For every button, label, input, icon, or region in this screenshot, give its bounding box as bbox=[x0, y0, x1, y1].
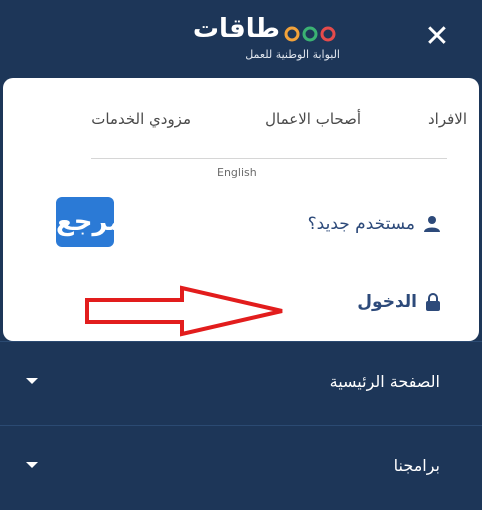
taqat-logo: طاقات البوابة الوطنية للعمل bbox=[150, 14, 340, 64]
tab-individuals[interactable]: الافراد bbox=[428, 110, 467, 128]
login-label: الدخول bbox=[357, 292, 417, 312]
menu-label-home: الصفحة الرئيسية bbox=[329, 372, 440, 391]
chevron-down-icon bbox=[26, 378, 38, 384]
site-watermark-badge: المرجع bbox=[56, 197, 145, 247]
lock-icon bbox=[426, 293, 440, 311]
tabs-divider bbox=[91, 158, 447, 159]
tab-service-providers[interactable]: مزودي الخدمات bbox=[91, 110, 191, 128]
login-link[interactable]: الدخول bbox=[357, 292, 441, 312]
language-link[interactable]: English bbox=[217, 166, 257, 179]
new-user-link[interactable]: مستخدم جديد؟ bbox=[308, 214, 441, 234]
tab-employers[interactable]: أصحاب الاعمال bbox=[265, 110, 361, 128]
chevron-down-icon bbox=[26, 462, 38, 468]
menu-label-programs: برامجنا bbox=[393, 456, 440, 475]
new-user-label: مستخدم جديد؟ bbox=[307, 214, 415, 234]
menu-item-programs[interactable]: برامجنا bbox=[0, 425, 482, 510]
close-button[interactable]: ✕ bbox=[424, 22, 450, 52]
logo-name: طاقات bbox=[192, 14, 280, 44]
user-icon bbox=[424, 216, 440, 232]
user-type-tabs: الافراد أصحاب الاعمال مزودي الخدمات bbox=[3, 98, 479, 138]
menu-item-home[interactable]: الصفحة الرئيسية bbox=[0, 341, 482, 426]
logo-subtitle: البوابة الوطنية للعمل bbox=[245, 48, 340, 61]
red-arrow-annotation bbox=[85, 285, 283, 337]
top-header: ✕ طاقات البوابة الوطنية للعمل bbox=[0, 0, 482, 78]
logo-people-icon bbox=[284, 26, 336, 42]
